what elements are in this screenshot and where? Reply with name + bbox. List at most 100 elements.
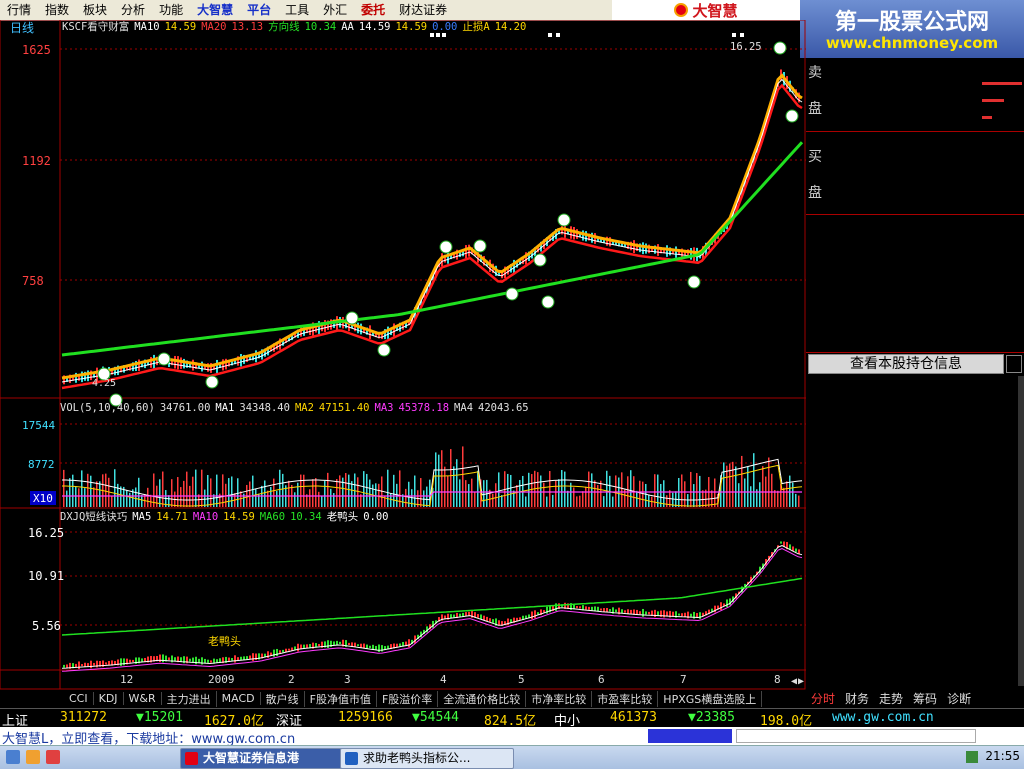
brand-name: 大智慧 [692,1,738,20]
x-label: 2 [288,673,295,686]
banner-title: 第一股票公式网 [834,10,989,35]
menu-item[interactable]: 指数 [38,0,76,20]
panel-tab[interactable]: 财务 [840,690,874,707]
grid-lines [60,48,806,626]
sh-index: 311272 [60,710,107,725]
menu-item[interactable]: 大智慧 [190,0,240,20]
legend-item: MA5 [132,511,151,523]
x-label: 5 [518,673,525,686]
indicator-tab[interactable]: 市净率比较 [526,690,593,707]
buy-row[interactable] [806,166,1024,183]
indicator-tab[interactable]: 全流通价格比较 [438,690,527,707]
ie-icon[interactable] [6,750,20,764]
legend-item: MA4 [454,402,473,414]
vol-y-label-1: 17544 [22,419,55,432]
tick-row[interactable] [806,504,1024,521]
scroll-left-icon[interactable]: ◀ [791,676,797,687]
low-label: 4.25 [92,378,116,389]
menu-item[interactable]: 平台 [240,0,278,20]
tray-icon[interactable] [965,750,978,763]
indicator-tab[interactable]: KDJ [94,692,124,705]
tick-row[interactable] [806,440,1024,457]
menu-item[interactable]: 分析 [114,0,152,20]
y-label-1192: 1192 [22,154,51,168]
volume-bar [982,116,992,119]
right-panel-tabs: 分时 财务 走势 筹码 诊断 [806,690,1024,707]
task-browser[interactable]: 求助老鸭头指标公... [340,748,514,769]
buy-row[interactable] [806,200,1024,217]
ad-banner[interactable]: 第一股票公式网 www.chnmoney.com [800,0,1024,58]
legend-item: MA20 [201,21,226,33]
indicator-tab[interactable]: CCI [64,692,94,705]
tick-row[interactable] [806,392,1024,409]
indicator-tab[interactable]: 主力进出 [162,690,217,707]
dzh-icon [185,752,198,765]
tick-row[interactable] [806,456,1024,473]
x-label: 4 [440,673,447,686]
menu-item[interactable]: 行情 [0,0,38,20]
menu-item[interactable]: 工具 [278,0,316,20]
view-holdings-button[interactable]: 查看本股持仓信息 [808,354,1004,374]
tick-row[interactable] [806,424,1024,441]
kline-chart[interactable]: 日线 KSCF看守财富 MA10 14.59 MA20 13.13 方向线 10.34 AA 1… [0,19,806,690]
quote-panel: 卖 盘 买 盘 查看本股持仓信息 [806,58,1024,690]
y-label-758: 758 [22,274,44,288]
legend-item: 止损A [462,20,490,33]
task-dzh[interactable]: 大智慧证券信息港 [180,748,352,769]
panel-tab[interactable]: 分时 [806,690,840,707]
main-indicator-legend: KSCF看守财富 MA10 14.59 MA20 13.13 方向线 10.34 AA 14.5… [62,20,526,33]
status-indicators [736,729,976,743]
menu-item[interactable]: 外汇 [316,0,354,20]
buy-row[interactable] [806,132,1024,149]
legend-item: 14.71 [156,511,188,523]
menu-item[interactable]: 财达证券 [392,0,454,20]
expand-toggle[interactable] [1006,355,1022,373]
menu-item[interactable]: 委托 [354,0,392,20]
tick-row[interactable] [806,408,1024,425]
panel-tab[interactable]: 走势 [874,690,908,707]
indicator-tab[interactable]: F股溢价率 [377,690,439,707]
tick-scrollbar[interactable] [1018,376,1024,686]
scroll-right-icon[interactable]: ▶ [798,676,804,687]
legend-item: 10.34 [305,21,337,33]
taskbar: 大智慧证券信息港 求助老鸭头指标公... 21:55 [0,745,1024,769]
stat-row [806,318,1024,335]
menu-item[interactable]: 功能 [152,0,190,20]
index-ticker[interactable]: 上证 311272 ▼15201 1627.0亿 深证 1259166 ▼545… [0,708,1024,729]
panel-tab[interactable]: 筹码 [908,690,942,707]
buy-row[interactable] [806,149,1024,166]
info-marquee[interactable]: 大智慧L，立即查看，下载地址：www.gw.com.cn [0,727,1024,747]
legend-item: MA2 [295,402,314,414]
stat-row [806,250,1024,267]
panel-tab[interactable]: 诊断 [942,690,976,707]
tick-row[interactable] [806,376,1024,393]
sell-row[interactable] [806,62,1024,79]
x-label: 3 [344,673,351,686]
brand-logo: 大智慧 [612,0,800,20]
sub-annotation: 老鸭头 [208,635,241,648]
legend-item: MA10 [193,511,218,523]
app-icon[interactable] [46,750,60,764]
ticker-url[interactable]: www.gw.com.cn [832,710,934,725]
buy-row[interactable] [806,183,1024,200]
indicator-tab[interactable]: F股净值市值 [305,690,377,707]
volume-bar [982,99,1004,102]
desktop-icon[interactable] [26,750,40,764]
y-label-1625: 1625 [22,43,51,57]
legend-item: 10.34 [290,511,322,523]
indicator-tab[interactable]: MACD [217,692,261,705]
clock: 21:55 [985,749,1020,763]
tick-row[interactable] [806,520,1024,537]
tick-row[interactable] [806,488,1024,505]
indicator-tab[interactable]: 散户线 [261,690,305,707]
menu-item[interactable]: 板块 [76,0,114,20]
indicator-tab[interactable]: W&R [124,692,162,705]
quick-launch [6,749,66,766]
period-label[interactable]: 日线 [10,21,34,35]
legend-item: 14.59 [165,21,197,33]
tick-row[interactable] [806,472,1024,489]
indicator-tab[interactable]: HPXGS横盘选股上 [658,690,763,707]
legend-item: MA1 [215,402,234,414]
indicator-tab[interactable]: 市盈率比较 [592,690,659,707]
chart-area[interactable]: 日线 KSCF看守财富 MA10 14.59 MA20 13.13 方向线 10.34 AA 1… [0,19,806,690]
